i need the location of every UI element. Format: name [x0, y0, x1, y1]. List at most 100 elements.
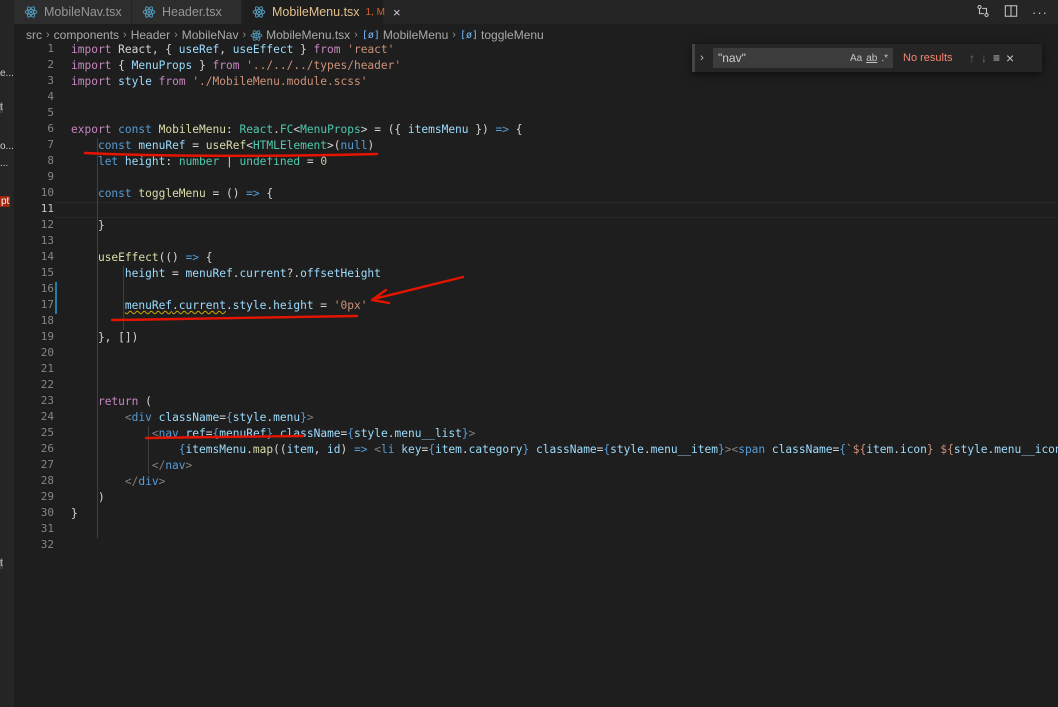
code-line: }, []) — [71, 330, 138, 346]
code-token: => — [495, 123, 509, 136]
code-token: . — [273, 123, 280, 136]
explorer-sidebar-fragment: e... t o... ... pt t — [0, 0, 14, 707]
breadcrumb-item[interactable]: Header — [131, 28, 170, 42]
sidebar-fragment: t — [0, 558, 3, 569]
code-token: = () — [205, 187, 247, 200]
line-number: 29 — [40, 490, 54, 503]
breadcrumb-item[interactable]: MobileNav — [182, 28, 239, 42]
code-token: (() — [158, 251, 186, 264]
code-token: '0px' — [333, 299, 368, 312]
code-token: style — [354, 427, 388, 440]
code-token: { — [428, 443, 435, 456]
code-token: < — [124, 411, 132, 424]
more-actions-icon[interactable]: ··· — [1032, 5, 1048, 20]
code-token: menuRef — [185, 267, 233, 280]
code-token: { — [111, 59, 132, 72]
code-token: menu — [273, 411, 301, 424]
breadcrumb-item[interactable]: toggleMenu — [481, 28, 544, 42]
line-number: 24 — [40, 410, 54, 423]
current-line-highlight — [54, 202, 1058, 218]
code-token: useEffect — [232, 43, 294, 56]
editor-tab-bar: MobileNav.tsx Header.tsx MobileMenu.tsx … — [14, 0, 1058, 24]
code-token: menu__list — [394, 427, 462, 440]
regex-icon[interactable]: .* — [881, 53, 888, 64]
close-icon[interactable]: × — [393, 5, 401, 20]
code-token: ref — [185, 427, 206, 440]
code-line: {itemsMenu.map((item, id) => <li key={it… — [71, 442, 1058, 458]
code-line: let height: number | undefined = 0 — [71, 154, 327, 170]
code-token: </ — [124, 475, 139, 488]
code-token: useRef — [178, 43, 220, 56]
code-token: undefined — [239, 155, 301, 168]
code-token: toggleMenu — [138, 187, 206, 200]
next-match-icon[interactable]: ↓ — [981, 51, 987, 65]
code-token: = — [313, 299, 334, 312]
code-token: style — [610, 443, 644, 456]
breadcrumb-item[interactable]: MobileMenu.tsx — [266, 28, 350, 42]
sidebar-fragment: e... — [0, 68, 14, 79]
code-token: key — [401, 443, 422, 456]
code-token: (( — [273, 443, 287, 456]
whole-word-icon[interactable]: ab — [866, 53, 877, 64]
close-icon[interactable]: × — [1006, 50, 1014, 66]
code-token: . — [893, 443, 900, 456]
tab-header[interactable]: Header.tsx — [132, 0, 242, 24]
code-token: . — [225, 299, 233, 312]
code-token: import — [71, 43, 112, 56]
code-token: div — [138, 475, 159, 488]
chevron-right-icon[interactable]: › — [695, 52, 709, 64]
code-token: } — [300, 411, 307, 424]
code-editor[interactable]: 1 2 3 4 5 6 7 8 9 10 11 12 13 14 15 16 17 18 19 20 21 22 23 24 2… — [14, 42, 1058, 707]
line-number: 2 — [47, 58, 54, 71]
tab-label: MobileMenu.tsx — [272, 5, 360, 19]
chevron-right-icon: › — [46, 29, 50, 41]
breadcrumb-item[interactable]: components — [54, 28, 119, 42]
sidebar-fragment: o... — [0, 141, 14, 152]
previous-match-icon[interactable]: ↑ — [969, 51, 975, 65]
code-token: React, { — [111, 43, 179, 56]
code-token: className — [536, 443, 597, 456]
code-token: { — [178, 443, 186, 456]
compare-changes-icon[interactable] — [976, 4, 990, 21]
code-token: nav — [158, 427, 179, 440]
code-token: </ — [151, 459, 166, 472]
line-number: 9 — [47, 170, 54, 183]
code-token: useEffect — [97, 251, 159, 264]
line-number: 27 — [40, 458, 54, 471]
code-token: return — [97, 395, 139, 408]
code-token: > — [468, 427, 476, 440]
line-number: 15 — [40, 266, 54, 279]
code-token: current — [239, 267, 287, 280]
tab-mobilemenu[interactable]: MobileMenu.tsx 1, M × — [242, 0, 401, 24]
code-token: style — [232, 299, 267, 312]
breadcrumb-item[interactable]: MobileMenu — [383, 28, 448, 42]
breadcrumb-item[interactable]: src — [26, 28, 42, 42]
code-token: nav — [165, 459, 186, 472]
code-token: { — [508, 123, 523, 136]
code-token: => — [246, 187, 260, 200]
code-line: import style from './MobileMenu.module.s… — [71, 74, 367, 90]
match-case-icon[interactable]: Aa — [850, 53, 862, 64]
code-token: menuRef — [124, 299, 173, 312]
code-token: const — [118, 123, 152, 136]
code-line: useEffect(() => { — [71, 250, 213, 266]
react-icon — [142, 5, 156, 19]
code-line: const menuRef = useRef<HTMLElement>(null… — [71, 138, 374, 154]
split-editor-icon[interactable] — [1004, 4, 1018, 21]
code-token: . — [246, 443, 253, 456]
code-token: FC — [279, 123, 294, 136]
line-number: 22 — [40, 378, 54, 391]
find-in-selection-icon[interactable]: ≡ — [993, 51, 1000, 65]
code-line: import React, { useRef, useEffect } from… — [71, 42, 394, 58]
line-number: 7 — [47, 138, 54, 151]
code-token: className — [279, 427, 341, 440]
modified-lines-indicator — [55, 282, 57, 314]
tab-mobilenav[interactable]: MobileNav.tsx — [14, 0, 132, 24]
find-input[interactable]: "nav" Aa ab .* — [713, 48, 893, 68]
